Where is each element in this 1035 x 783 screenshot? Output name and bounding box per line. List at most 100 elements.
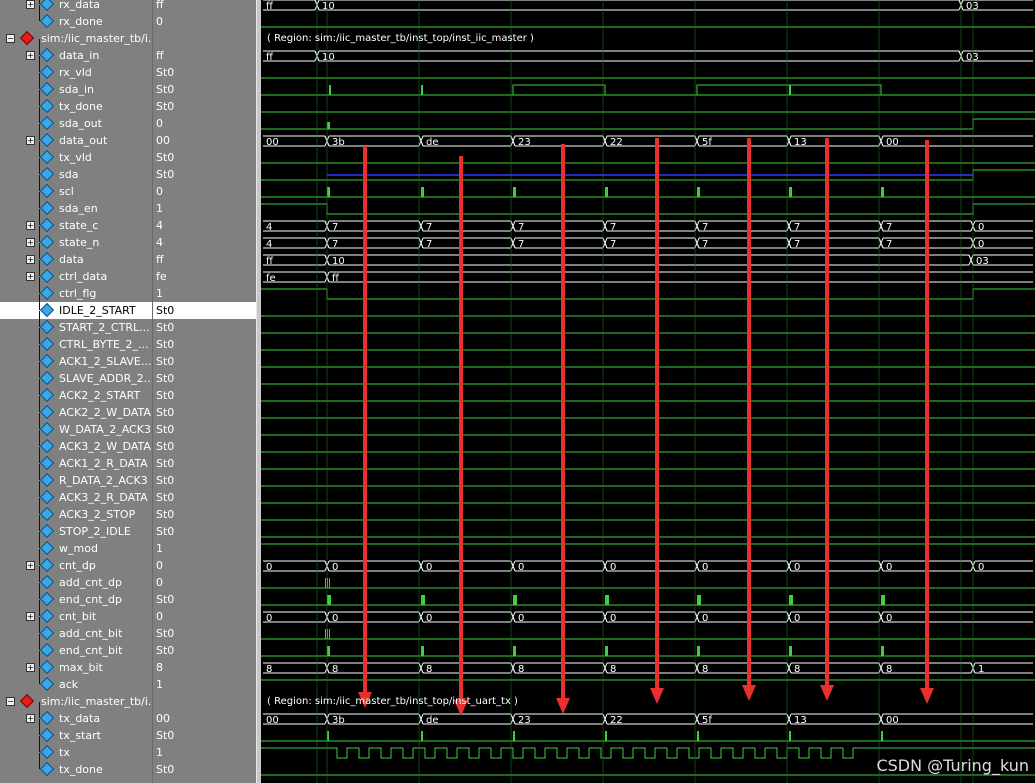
- signal-row[interactable]: tx: [0, 736, 152, 761]
- expand-icon[interactable]: +: [26, 272, 35, 281]
- expand-icon[interactable]: +: [26, 714, 35, 723]
- signal-row[interactable]: scl: [0, 175, 152, 200]
- signal-row[interactable]: tx_start: [0, 719, 152, 744]
- collapse-icon[interactable]: −: [6, 34, 15, 43]
- bus-value: 23: [518, 715, 531, 726]
- signal-row[interactable]: sda: [0, 158, 152, 183]
- bus-value: 4: [266, 222, 272, 233]
- signal-row[interactable]: ACK2_2_W_DATA: [0, 396, 152, 421]
- signal-row[interactable]: START_2_CTRL...: [0, 311, 152, 336]
- signal-name: data_out: [59, 134, 108, 147]
- signal-row[interactable]: W_DATA_2_ACK3: [0, 413, 152, 438]
- signal-name: ACK1_2_R_DATA: [59, 457, 148, 470]
- expand-icon[interactable]: +: [26, 663, 35, 672]
- expand-icon[interactable]: +: [26, 51, 35, 60]
- pulse: [421, 646, 424, 656]
- expand-icon[interactable]: +: [26, 561, 35, 570]
- signal-row[interactable]: + data_out: [0, 124, 152, 149]
- bus-value: 00: [886, 137, 899, 148]
- signal-row[interactable]: tx_done: [0, 90, 152, 115]
- bus-value: 7: [518, 222, 524, 233]
- bus-value: 7: [426, 222, 432, 233]
- signal-row[interactable]: ACK3_2_W_DATA: [0, 430, 152, 455]
- pulse: [789, 187, 792, 197]
- pulse: [881, 595, 885, 605]
- signal-row[interactable]: + state_n: [0, 226, 152, 251]
- bus-value: 00: [266, 715, 279, 726]
- signal-row[interactable]: add_cnt_bit: [0, 617, 152, 642]
- signal-row[interactable]: + data_in: [0, 39, 152, 64]
- signal-row[interactable]: end_cnt_dp: [0, 583, 152, 608]
- signal-row[interactable]: + cnt_dp: [0, 549, 152, 574]
- expand-icon[interactable]: +: [26, 221, 35, 230]
- signal-row[interactable]: R_DATA_2_ACK3: [0, 464, 152, 489]
- signal-row[interactable]: + state_c: [0, 209, 152, 234]
- expand-icon[interactable]: +: [26, 255, 35, 264]
- signal-icon: [39, 591, 55, 607]
- signal-row[interactable]: ACK3_2_STOP: [0, 498, 152, 523]
- bus-value: ff: [266, 256, 274, 267]
- signal-row[interactable]: rx_done: [0, 5, 152, 30]
- signal-row[interactable]: end_cnt_bit: [0, 634, 152, 659]
- signal-value: 00: [156, 134, 170, 147]
- pulse: [605, 646, 608, 656]
- signal-row[interactable]: + rx_data: [0, 0, 152, 13]
- group-row[interactable]: − sim:/iic_master_tb/i...: [0, 30, 158, 47]
- signal-row[interactable]: STOP_2_IDLE: [0, 515, 152, 540]
- signal-row[interactable]: + ctrl_data: [0, 260, 152, 285]
- signal-value: 1: [156, 746, 163, 759]
- expand-icon[interactable]: +: [26, 238, 35, 247]
- bus-value: 7: [702, 239, 708, 250]
- signal-row[interactable]: sda_in: [0, 73, 152, 98]
- signal-row[interactable]: + tx_data: [0, 702, 152, 727]
- region-icon: [19, 693, 35, 709]
- signal-icon: [39, 676, 55, 692]
- signal-row[interactable]: CTRL_BYTE_2_...: [0, 328, 152, 353]
- pulse: [329, 629, 330, 639]
- signal-icon: [39, 642, 55, 658]
- signal-row[interactable]: tx_vld: [0, 141, 152, 166]
- signal-row[interactable]: + max_bit: [0, 651, 152, 676]
- tree-line: [39, 124, 40, 140]
- expand-icon[interactable]: +: [26, 136, 35, 145]
- pulse: [325, 629, 326, 639]
- signal-row[interactable]: ACK1_2_SLAVE...: [0, 345, 152, 370]
- group-row[interactable]: − sim:/iic_master_tb/i...: [0, 693, 158, 710]
- signal-row[interactable]: ctrl_flg: [0, 277, 152, 302]
- pulse: [513, 731, 515, 741]
- tree-line: [39, 532, 40, 548]
- collapse-icon[interactable]: −: [6, 697, 15, 706]
- pulse: [789, 646, 792, 656]
- tree-line: [39, 651, 40, 667]
- signal-row[interactable]: ACK1_2_R_DATA: [0, 447, 152, 472]
- signal-name: IDLE_2_START: [59, 304, 136, 317]
- signal-name: data_in: [59, 49, 100, 62]
- signal-row[interactable]: ack: [0, 668, 152, 693]
- bus-value: 0: [610, 613, 616, 624]
- signal-value: 0: [156, 610, 163, 623]
- signal-row[interactable]: sda_out: [0, 107, 152, 132]
- pulse: [421, 731, 423, 741]
- bus-value: 0: [702, 562, 708, 573]
- signal-row[interactable]: IDLE_2_START: [0, 294, 152, 319]
- signal-row[interactable]: + data: [0, 243, 152, 268]
- signal-row[interactable]: + cnt_bit: [0, 600, 152, 625]
- signal-row[interactable]: tx_done: [0, 753, 152, 778]
- signal-name: add_cnt_dp: [59, 576, 123, 589]
- expand-icon[interactable]: +: [26, 612, 35, 621]
- waveform-pane[interactable]: ff 10 03 ff 10 03 00 3b de 23 22 5f 13 00 4 7 7 7 7 7 7 7 0 4 7 7…: [261, 0, 1035, 783]
- signal-row[interactable]: rx_vld: [0, 56, 152, 81]
- signal-row[interactable]: add_cnt_dp: [0, 566, 152, 591]
- tree-line: [39, 668, 40, 684]
- signal-icon: [39, 166, 55, 182]
- signal-row[interactable]: SLAVE_ADDR_2...: [0, 362, 154, 387]
- signal-row[interactable]: w_mod: [0, 532, 152, 557]
- signal-row[interactable]: ACK3_2_R_DATA: [0, 481, 152, 506]
- bus-value: 7: [886, 239, 892, 250]
- signal-row[interactable]: sda_en: [0, 192, 152, 217]
- expand-icon[interactable]: +: [26, 0, 35, 9]
- signal-value: [153, 693, 257, 710]
- signal-row[interactable]: ACK2_2_START: [0, 379, 152, 404]
- bus-value: 03: [976, 256, 989, 267]
- bus-value: 0: [266, 613, 272, 624]
